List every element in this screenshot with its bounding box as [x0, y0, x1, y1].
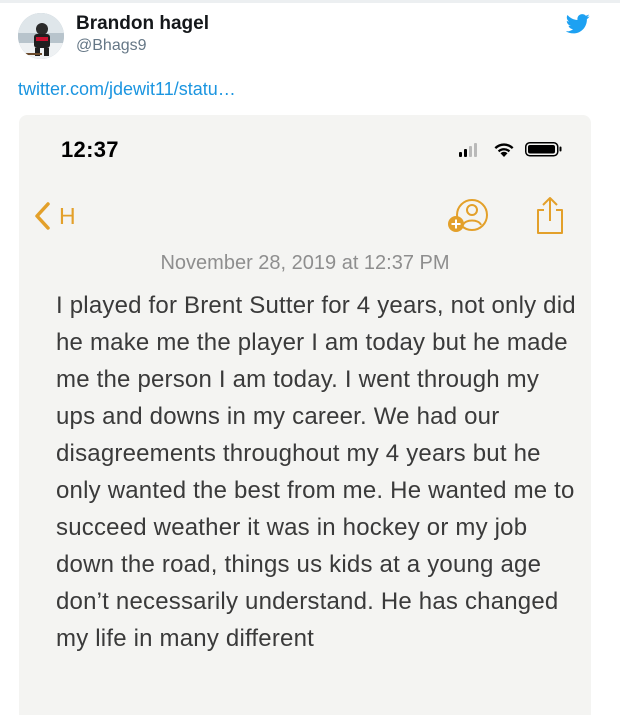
twitter-bird-icon[interactable] — [566, 13, 590, 35]
wifi-icon — [494, 143, 514, 157]
back-button[interactable]: H — [33, 201, 76, 231]
battery-icon — [525, 142, 562, 157]
tweet-link[interactable]: twitter.com/jdewit11/statu… — [18, 79, 236, 100]
note-body: I played for Brent Sutter for 4 years, n… — [56, 292, 576, 652]
top-divider — [0, 0, 620, 3]
cellular-signal-icon — [459, 143, 477, 157]
share-icon[interactable] — [534, 195, 566, 235]
back-label: H — [59, 202, 76, 229]
note-screenshot: 12:37 H November 28, 2019 at 12:37 PM I … — [19, 115, 591, 715]
display-name[interactable]: Brandon hagel — [76, 13, 209, 35]
user-handle[interactable]: @Bhags9 — [76, 37, 147, 55]
chevron-left-icon — [35, 202, 50, 230]
add-person-icon[interactable] — [445, 199, 489, 235]
avatar[interactable] — [18, 13, 64, 59]
status-bar-icons — [459, 142, 562, 157]
note-date: November 28, 2019 at 12:37 PM — [160, 252, 450, 274]
status-time: 12:37 — [61, 137, 119, 162]
